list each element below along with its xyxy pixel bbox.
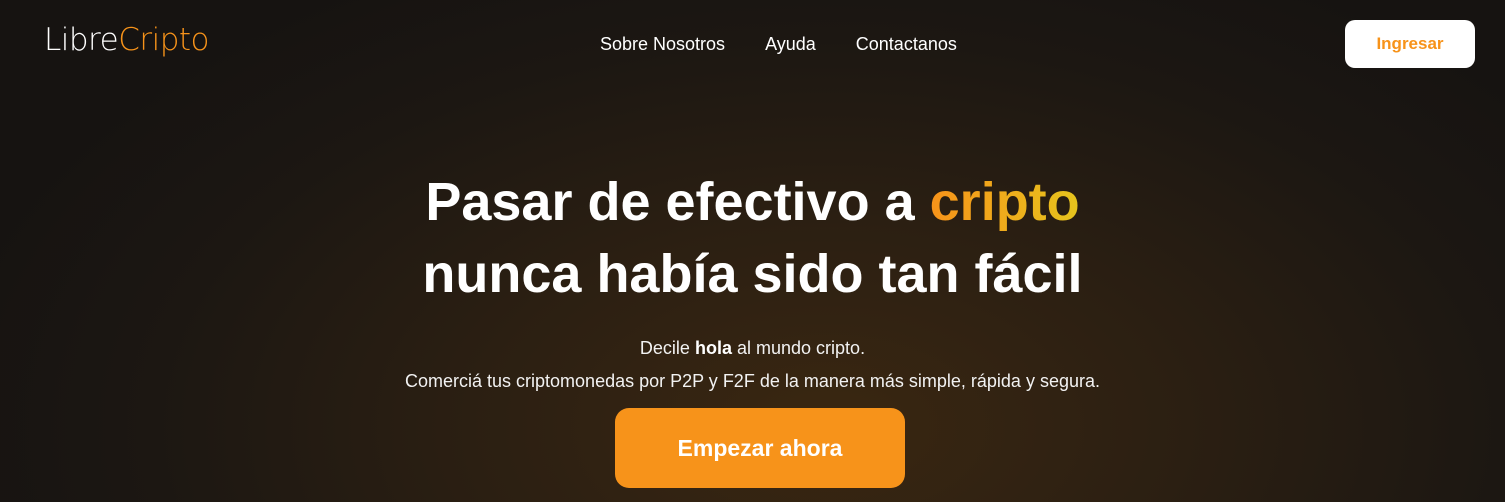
- cta-start-button[interactable]: Empezar ahora: [615, 408, 905, 488]
- nav-link-contactanos[interactable]: Contactanos: [856, 34, 957, 55]
- hero-title: Pasar de efectivo a cripto nunca había s…: [0, 166, 1505, 310]
- hero-subtitle-line2: Comerciá tus criptomonedas por P2P y F2F…: [405, 371, 1100, 391]
- subtitle-suffix: al mundo cripto.: [737, 338, 866, 358]
- logo-text-accent: Cripto: [118, 22, 210, 58]
- nav-link-sobre-nosotros[interactable]: Sobre Nosotros: [600, 34, 725, 55]
- subtitle-prefix: Decile: [639, 338, 690, 358]
- hero-title-line1-prefix: Pasar de efectivo a: [425, 172, 915, 232]
- hero-title-line2: nunca había sido tan fácil: [422, 244, 1083, 304]
- hero-title-highlight: cripto: [929, 172, 1080, 232]
- nav-link-ayuda[interactable]: Ayuda: [765, 34, 816, 55]
- login-button[interactable]: Ingresar: [1345, 20, 1475, 68]
- brand-logo[interactable]: Libre Cripto: [44, 22, 210, 58]
- logo-text-main: Libre: [44, 22, 119, 58]
- main-nav: Sobre Nosotros Ayuda Contactanos: [600, 34, 957, 55]
- hero-subtitle-line1: Decile hola al mundo cripto.: [0, 332, 1505, 365]
- subtitle-bold: hola: [694, 338, 732, 358]
- hero-subtitle: Decile hola al mundo cripto. Comerciá tu…: [0, 332, 1505, 398]
